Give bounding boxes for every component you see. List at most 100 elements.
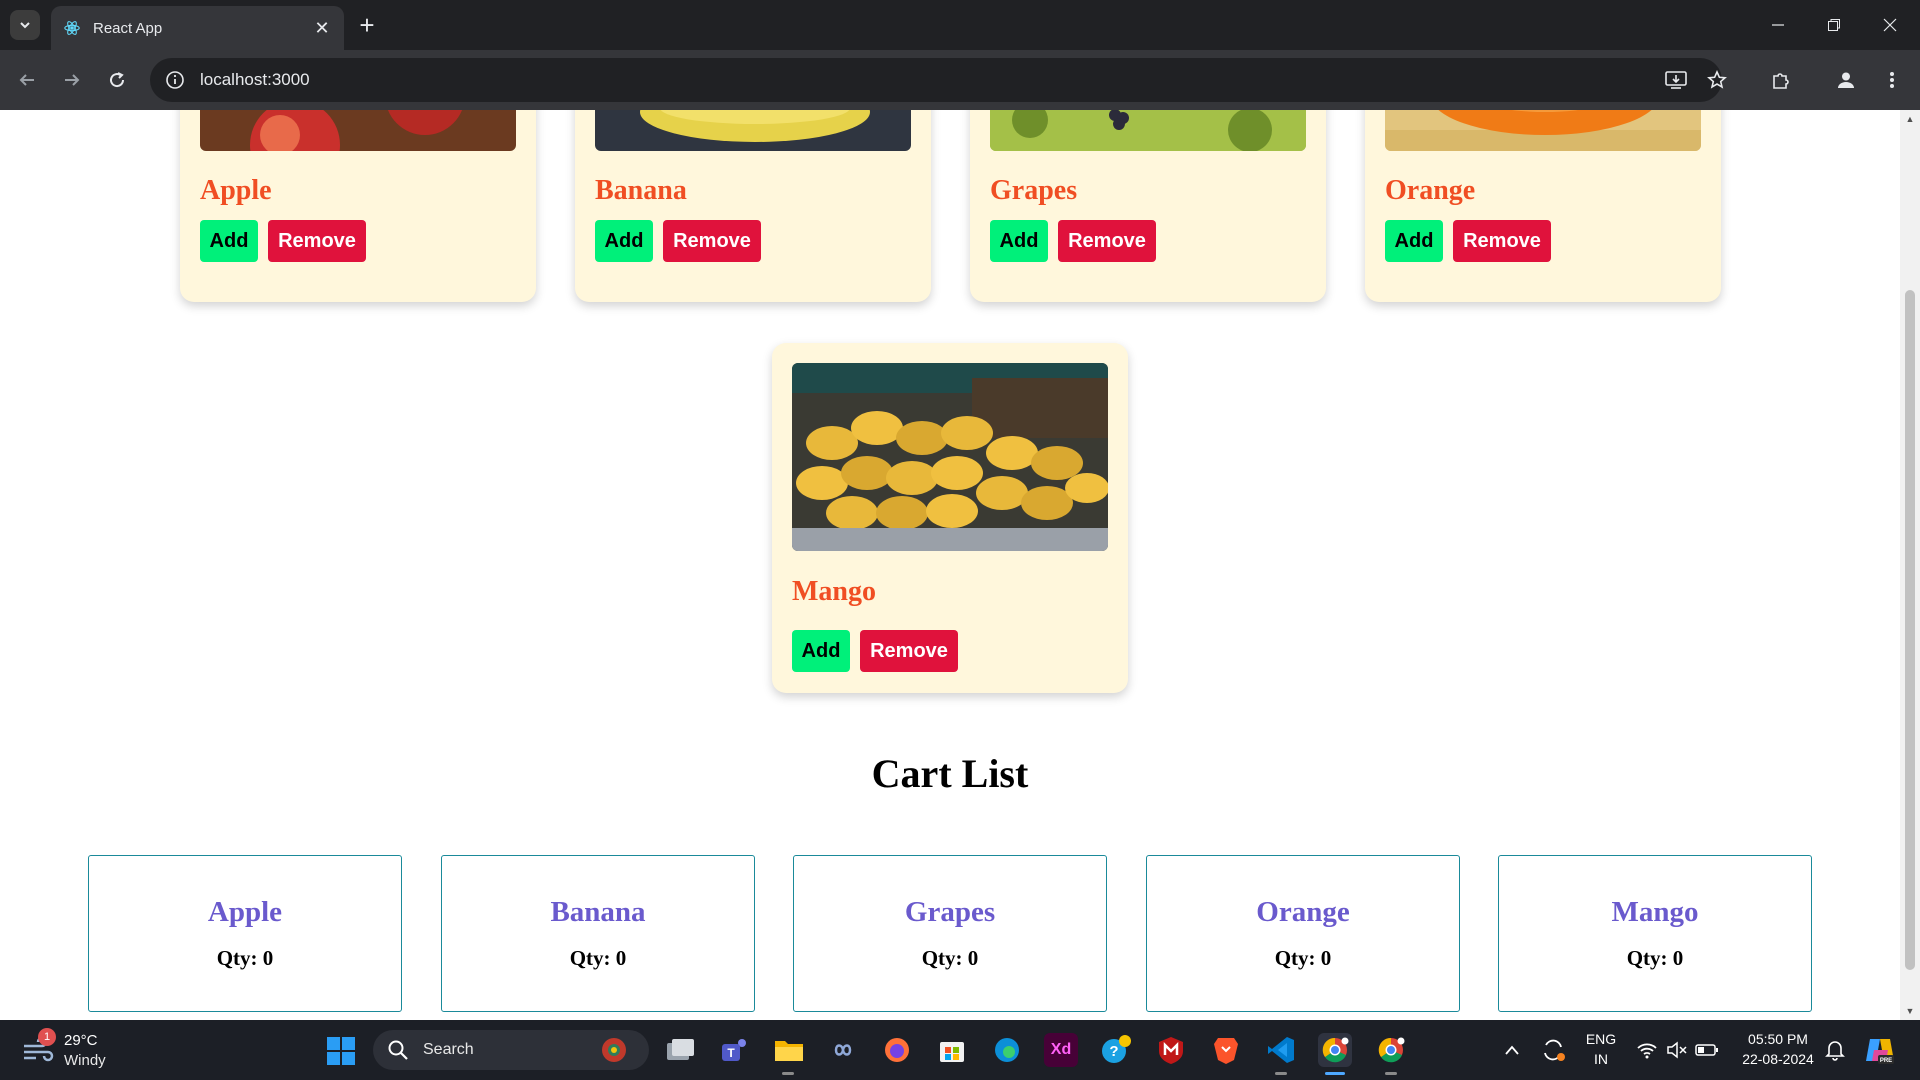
- mcafee-app[interactable]: [1154, 1033, 1188, 1067]
- product-card-orange: Orange Add Remove: [1365, 110, 1721, 302]
- product-image-mango: [792, 363, 1108, 551]
- help-app[interactable]: ?: [1099, 1033, 1133, 1067]
- forward-button[interactable]: [55, 63, 89, 97]
- scroll-down-arrow-icon[interactable]: ▼: [1905, 1006, 1915, 1016]
- teams-app[interactable]: T: [717, 1033, 751, 1067]
- address-bar[interactable]: localhost:3000: [150, 58, 1722, 102]
- notifications-button[interactable]: [1818, 1033, 1852, 1067]
- wifi-icon: [1637, 1043, 1657, 1059]
- remove-button[interactable]: Remove: [268, 220, 366, 262]
- restore-button[interactable]: [1806, 0, 1862, 50]
- search-icon: [388, 1040, 408, 1060]
- scroll-up-arrow-icon[interactable]: ▲: [1905, 114, 1915, 124]
- close-window-button[interactable]: [1862, 0, 1918, 50]
- cart-item-apple: Apple Qty: 0: [88, 855, 402, 1012]
- reload-icon: [110, 72, 125, 88]
- star-icon: [1707, 70, 1727, 89]
- region-indicator[interactable]: IN: [1581, 1051, 1621, 1067]
- cart-item-qty: Qty: 0: [569, 946, 627, 970]
- add-button[interactable]: Add: [595, 220, 653, 262]
- browser-tab[interactable]: React App ✕: [51, 6, 344, 50]
- add-button[interactable]: Add: [990, 220, 1048, 262]
- clock-time[interactable]: 05:50 PM: [1733, 1031, 1823, 1047]
- volume-button[interactable]: [1660, 1033, 1694, 1067]
- restore-icon: [1828, 19, 1840, 31]
- product-image-grapes: [990, 110, 1306, 151]
- cart-list-title: Cart List: [871, 751, 1029, 796]
- edge-app[interactable]: [990, 1033, 1024, 1067]
- remove-button[interactable]: Remove: [1453, 220, 1551, 262]
- chrome-app-active[interactable]: [1318, 1033, 1352, 1067]
- sync-status-button[interactable]: [1536, 1033, 1570, 1067]
- remove-button[interactable]: Remove: [860, 630, 958, 672]
- infinity-icon: [834, 1044, 852, 1056]
- page-viewport: Apple Add Remove Banana Add Remove Grape…: [0, 110, 1900, 1020]
- cart-item-banana: Banana Qty: 0: [441, 855, 755, 1012]
- firefox-app[interactable]: [880, 1033, 914, 1067]
- tab-close-icon[interactable]: ✕: [312, 18, 332, 39]
- bell-icon: [1825, 1041, 1845, 1061]
- product-card-grapes: Grapes Add Remove: [970, 110, 1326, 302]
- new-tab-button[interactable]: +: [352, 10, 382, 40]
- minimize-button[interactable]: [1750, 0, 1806, 50]
- copilot-icon: PRE: [1866, 1039, 1894, 1064]
- remove-button[interactable]: Remove: [663, 220, 761, 262]
- install-app-button[interactable]: [1659, 63, 1693, 97]
- network-button[interactable]: [1630, 1033, 1664, 1067]
- brave-app[interactable]: [1209, 1033, 1243, 1067]
- teams-icon: T: [722, 1039, 746, 1061]
- cart-item-name: Mango: [1611, 896, 1699, 928]
- page-scrollbar[interactable]: ▲ ▼: [1900, 110, 1920, 1020]
- product-name: Apple: [200, 175, 272, 206]
- tab-search-button[interactable]: [10, 10, 40, 40]
- show-hidden-icons-button[interactable]: [1495, 1033, 1529, 1067]
- file-explorer-app[interactable]: [772, 1033, 806, 1067]
- product-name: Orange: [1385, 175, 1476, 206]
- minimize-icon: [1772, 24, 1784, 26]
- cart-item-name: Orange: [1256, 896, 1350, 928]
- bookmark-button[interactable]: [1700, 63, 1734, 97]
- taskbar-search[interactable]: Search: [373, 1030, 649, 1070]
- search-label: Search: [423, 1041, 474, 1058]
- add-button[interactable]: Add: [1385, 220, 1443, 262]
- chrome-icon: [1322, 1037, 1349, 1063]
- product-image-orange: [1385, 110, 1701, 151]
- task-view-icon: [667, 1039, 694, 1060]
- scrollbar-thumb[interactable]: [1905, 290, 1915, 970]
- windows-start-icon[interactable]: [326, 1036, 356, 1066]
- cart-item-qty: Qty: 0: [921, 946, 979, 970]
- reload-button[interactable]: [100, 63, 134, 97]
- copilot-button[interactable]: PRE: [1863, 1033, 1897, 1067]
- react-logo-icon: [64, 21, 80, 35]
- microsoft-store-app[interactable]: [935, 1033, 969, 1067]
- extensions-button[interactable]: [1764, 63, 1798, 97]
- cart-item-grapes: Grapes Qty: 0: [793, 855, 1107, 1012]
- store-icon: [940, 1042, 964, 1062]
- cart-item-name: Apple: [207, 896, 283, 928]
- notification-badge: 1: [38, 1028, 56, 1046]
- cart-item-name: Banana: [550, 896, 646, 928]
- product-card-apple: Apple Add Remove: [180, 110, 536, 302]
- back-button[interactable]: [10, 63, 44, 97]
- sync-icon: [1544, 1039, 1565, 1061]
- battery-button[interactable]: [1690, 1033, 1724, 1067]
- browser-menu-button[interactable]: [1875, 63, 1909, 97]
- svg-text:T: T: [727, 1046, 735, 1060]
- add-button[interactable]: Add: [792, 630, 850, 672]
- language-indicator[interactable]: ENG: [1581, 1031, 1621, 1047]
- clock-date[interactable]: 22-08-2024: [1733, 1051, 1823, 1067]
- add-button[interactable]: Add: [200, 220, 258, 262]
- site-info-icon[interactable]: [164, 69, 186, 91]
- task-view-button[interactable]: [663, 1033, 697, 1067]
- adobe-xd-app[interactable]: Xd: [1044, 1033, 1078, 1067]
- profile-button[interactable]: [1829, 63, 1863, 97]
- remove-button[interactable]: Remove: [1058, 220, 1156, 262]
- adobe-xd-icon: Xd: [1050, 1041, 1072, 1058]
- chrome-app-profile[interactable]: [1374, 1033, 1408, 1067]
- product-name: Banana: [595, 175, 687, 206]
- meta-app[interactable]: [826, 1033, 860, 1067]
- product-image-apple: [200, 110, 516, 151]
- vscode-app[interactable]: [1264, 1033, 1298, 1067]
- cart-item-qty: Qty: 0: [216, 946, 274, 970]
- svg-text:?: ?: [1109, 1043, 1118, 1060]
